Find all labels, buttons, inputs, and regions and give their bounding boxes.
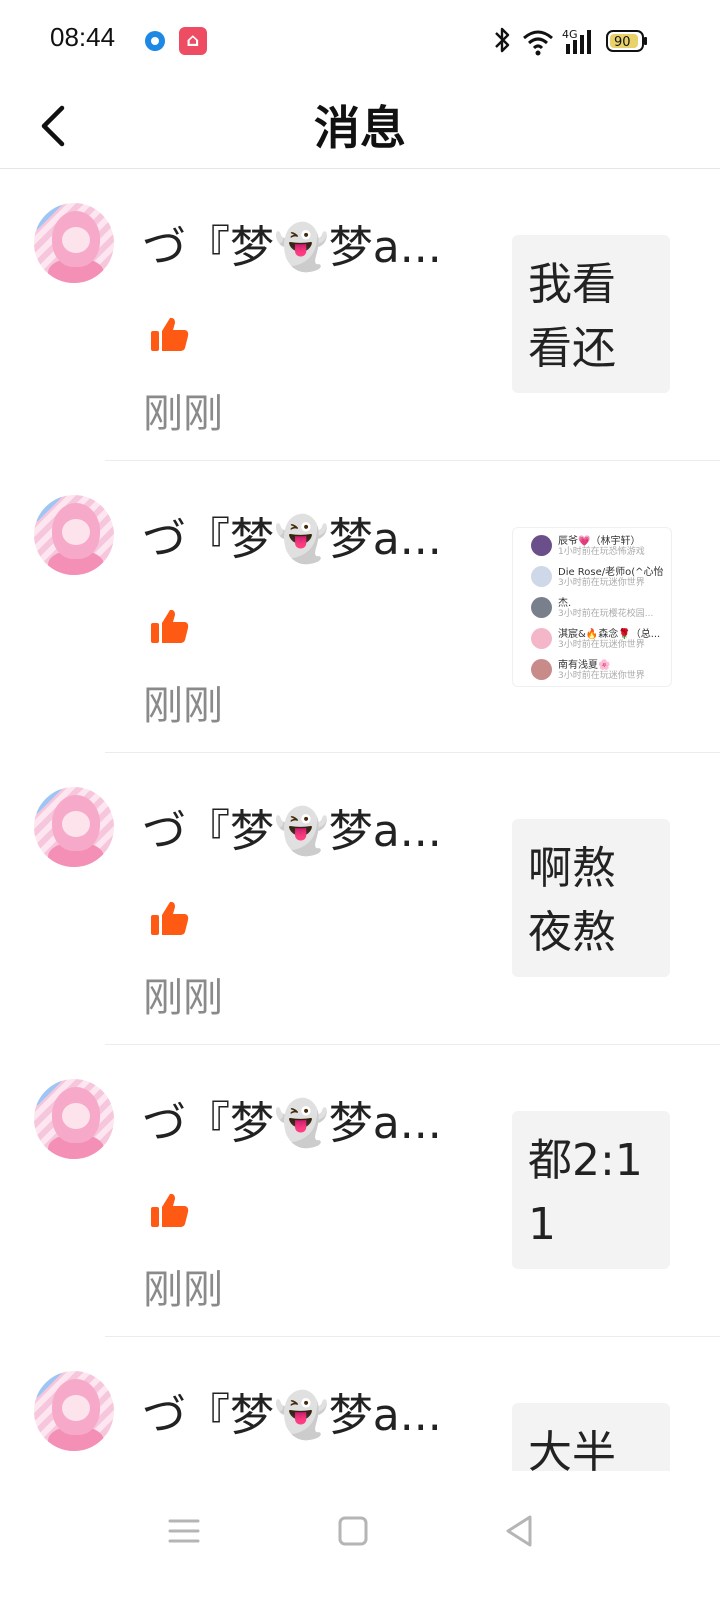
preview-text: 大半: [528, 1427, 616, 1471]
preview-text: 我看看还: [528, 259, 616, 374]
avatar[interactable]: [34, 787, 114, 867]
preview-row: Die Rose/老师o(^心怡 3小时前在玩迷你世界: [513, 561, 671, 592]
list-item[interactable]: づ『梦👻梦a... 刚刚 我看看还: [0, 169, 720, 461]
preview-row-sub: 3小时前在玩迷你世界: [558, 578, 645, 588]
signal-icon: 4G: [562, 28, 591, 54]
avatar: [531, 628, 552, 649]
message-time: 刚刚: [143, 975, 223, 1021]
status-icons: 4G 90: [490, 24, 660, 58]
content-preview[interactable]: 我看看还: [512, 235, 670, 393]
avatar[interactable]: [34, 203, 114, 283]
thumbs-up-icon: [151, 317, 189, 351]
notification-app-icon: [145, 31, 165, 51]
preview-row: 淇宸&🔥森念🌹（总... 3小时前在玩迷你世界: [513, 623, 671, 654]
bluetooth-icon: [495, 27, 510, 53]
battery-icon: 90: [606, 30, 647, 52]
avatar: [531, 597, 552, 618]
header: 消息: [0, 80, 720, 169]
content-preview[interactable]: 都2:11: [512, 1111, 670, 1269]
sender-name[interactable]: づ『梦👻梦a...: [142, 1087, 462, 1151]
sender-name[interactable]: づ『梦👻梦a...: [142, 1379, 462, 1443]
back-triangle-icon[interactable]: [490, 1501, 550, 1561]
home-square-icon[interactable]: [323, 1501, 383, 1561]
kuaishou-app-icon: ⌂: [179, 27, 207, 55]
preview-row-sub: 3小时前在玩樱花校园...: [558, 609, 654, 619]
status-bar: 08:44 ⌂ 4G 90: [0, 0, 720, 80]
thumbs-up-icon: [151, 901, 189, 935]
list-item[interactable]: づ『梦👻梦a... 刚刚 大半: [0, 1337, 720, 1471]
preview-row-sub: 1小时前在玩恐怖游戏: [558, 547, 645, 557]
list-item[interactable]: づ『梦👻梦a... 刚刚 啊熬夜熬: [0, 753, 720, 1045]
avatar[interactable]: [34, 1079, 114, 1159]
network-label: 4G: [562, 28, 578, 41]
battery-level: 90: [614, 35, 631, 50]
preview-row: 辰爷💗（林宇轩） 1小时前在玩恐怖游戏: [513, 530, 671, 561]
page-title: 消息: [314, 101, 406, 155]
preview-row-sub: 3小时前在玩迷你世界: [558, 671, 645, 681]
sender-name[interactable]: づ『梦👻梦a...: [142, 795, 462, 859]
avatar[interactable]: [34, 1371, 114, 1451]
preview-row: 杰. 3小时前在玩樱花校园...: [513, 592, 671, 623]
message-list[interactable]: づ『梦👻梦a... 刚刚 我看看还 づ『梦👻梦a... 刚刚 辰爷💗（林宇轩） …: [0, 169, 720, 1471]
avatar[interactable]: [34, 495, 114, 575]
list-item[interactable]: づ『梦👻梦a... 刚刚 辰爷💗（林宇轩） 1小时前在玩恐怖游戏 Die Ros…: [0, 461, 720, 753]
menu-icon[interactable]: [154, 1501, 214, 1561]
preview-text: 都2:11: [528, 1135, 643, 1250]
screenshot-preview[interactable]: 辰爷💗（林宇轩） 1小时前在玩恐怖游戏 Die Rose/老师o(^心怡 3小时…: [512, 527, 672, 687]
content-preview[interactable]: 啊熬夜熬: [512, 819, 670, 977]
thumbs-up-icon: [151, 609, 189, 643]
list-item[interactable]: づ『梦👻梦a... 刚刚 都2:11: [0, 1045, 720, 1337]
preview-row-sub: 3小时前在玩迷你世界: [558, 640, 645, 650]
message-time: 刚刚: [143, 1267, 223, 1313]
avatar: [531, 566, 552, 587]
sender-name[interactable]: づ『梦👻梦a...: [142, 503, 462, 567]
preview-row: 南有浅夏🌸 3小时前在玩迷你世界: [513, 654, 671, 685]
preview-text: 啊熬夜熬: [528, 843, 616, 958]
content-preview[interactable]: 大半: [512, 1403, 670, 1471]
message-time: 刚刚: [143, 391, 223, 437]
message-time: 刚刚: [143, 683, 223, 729]
avatar: [531, 535, 552, 556]
sender-name[interactable]: づ『梦👻梦a...: [142, 211, 462, 275]
status-time: 08:44: [50, 22, 116, 52]
system-nav-bar: [0, 1471, 720, 1600]
wifi-icon: [523, 30, 553, 56]
thumbs-up-icon: [151, 1193, 189, 1227]
avatar: [531, 659, 552, 680]
